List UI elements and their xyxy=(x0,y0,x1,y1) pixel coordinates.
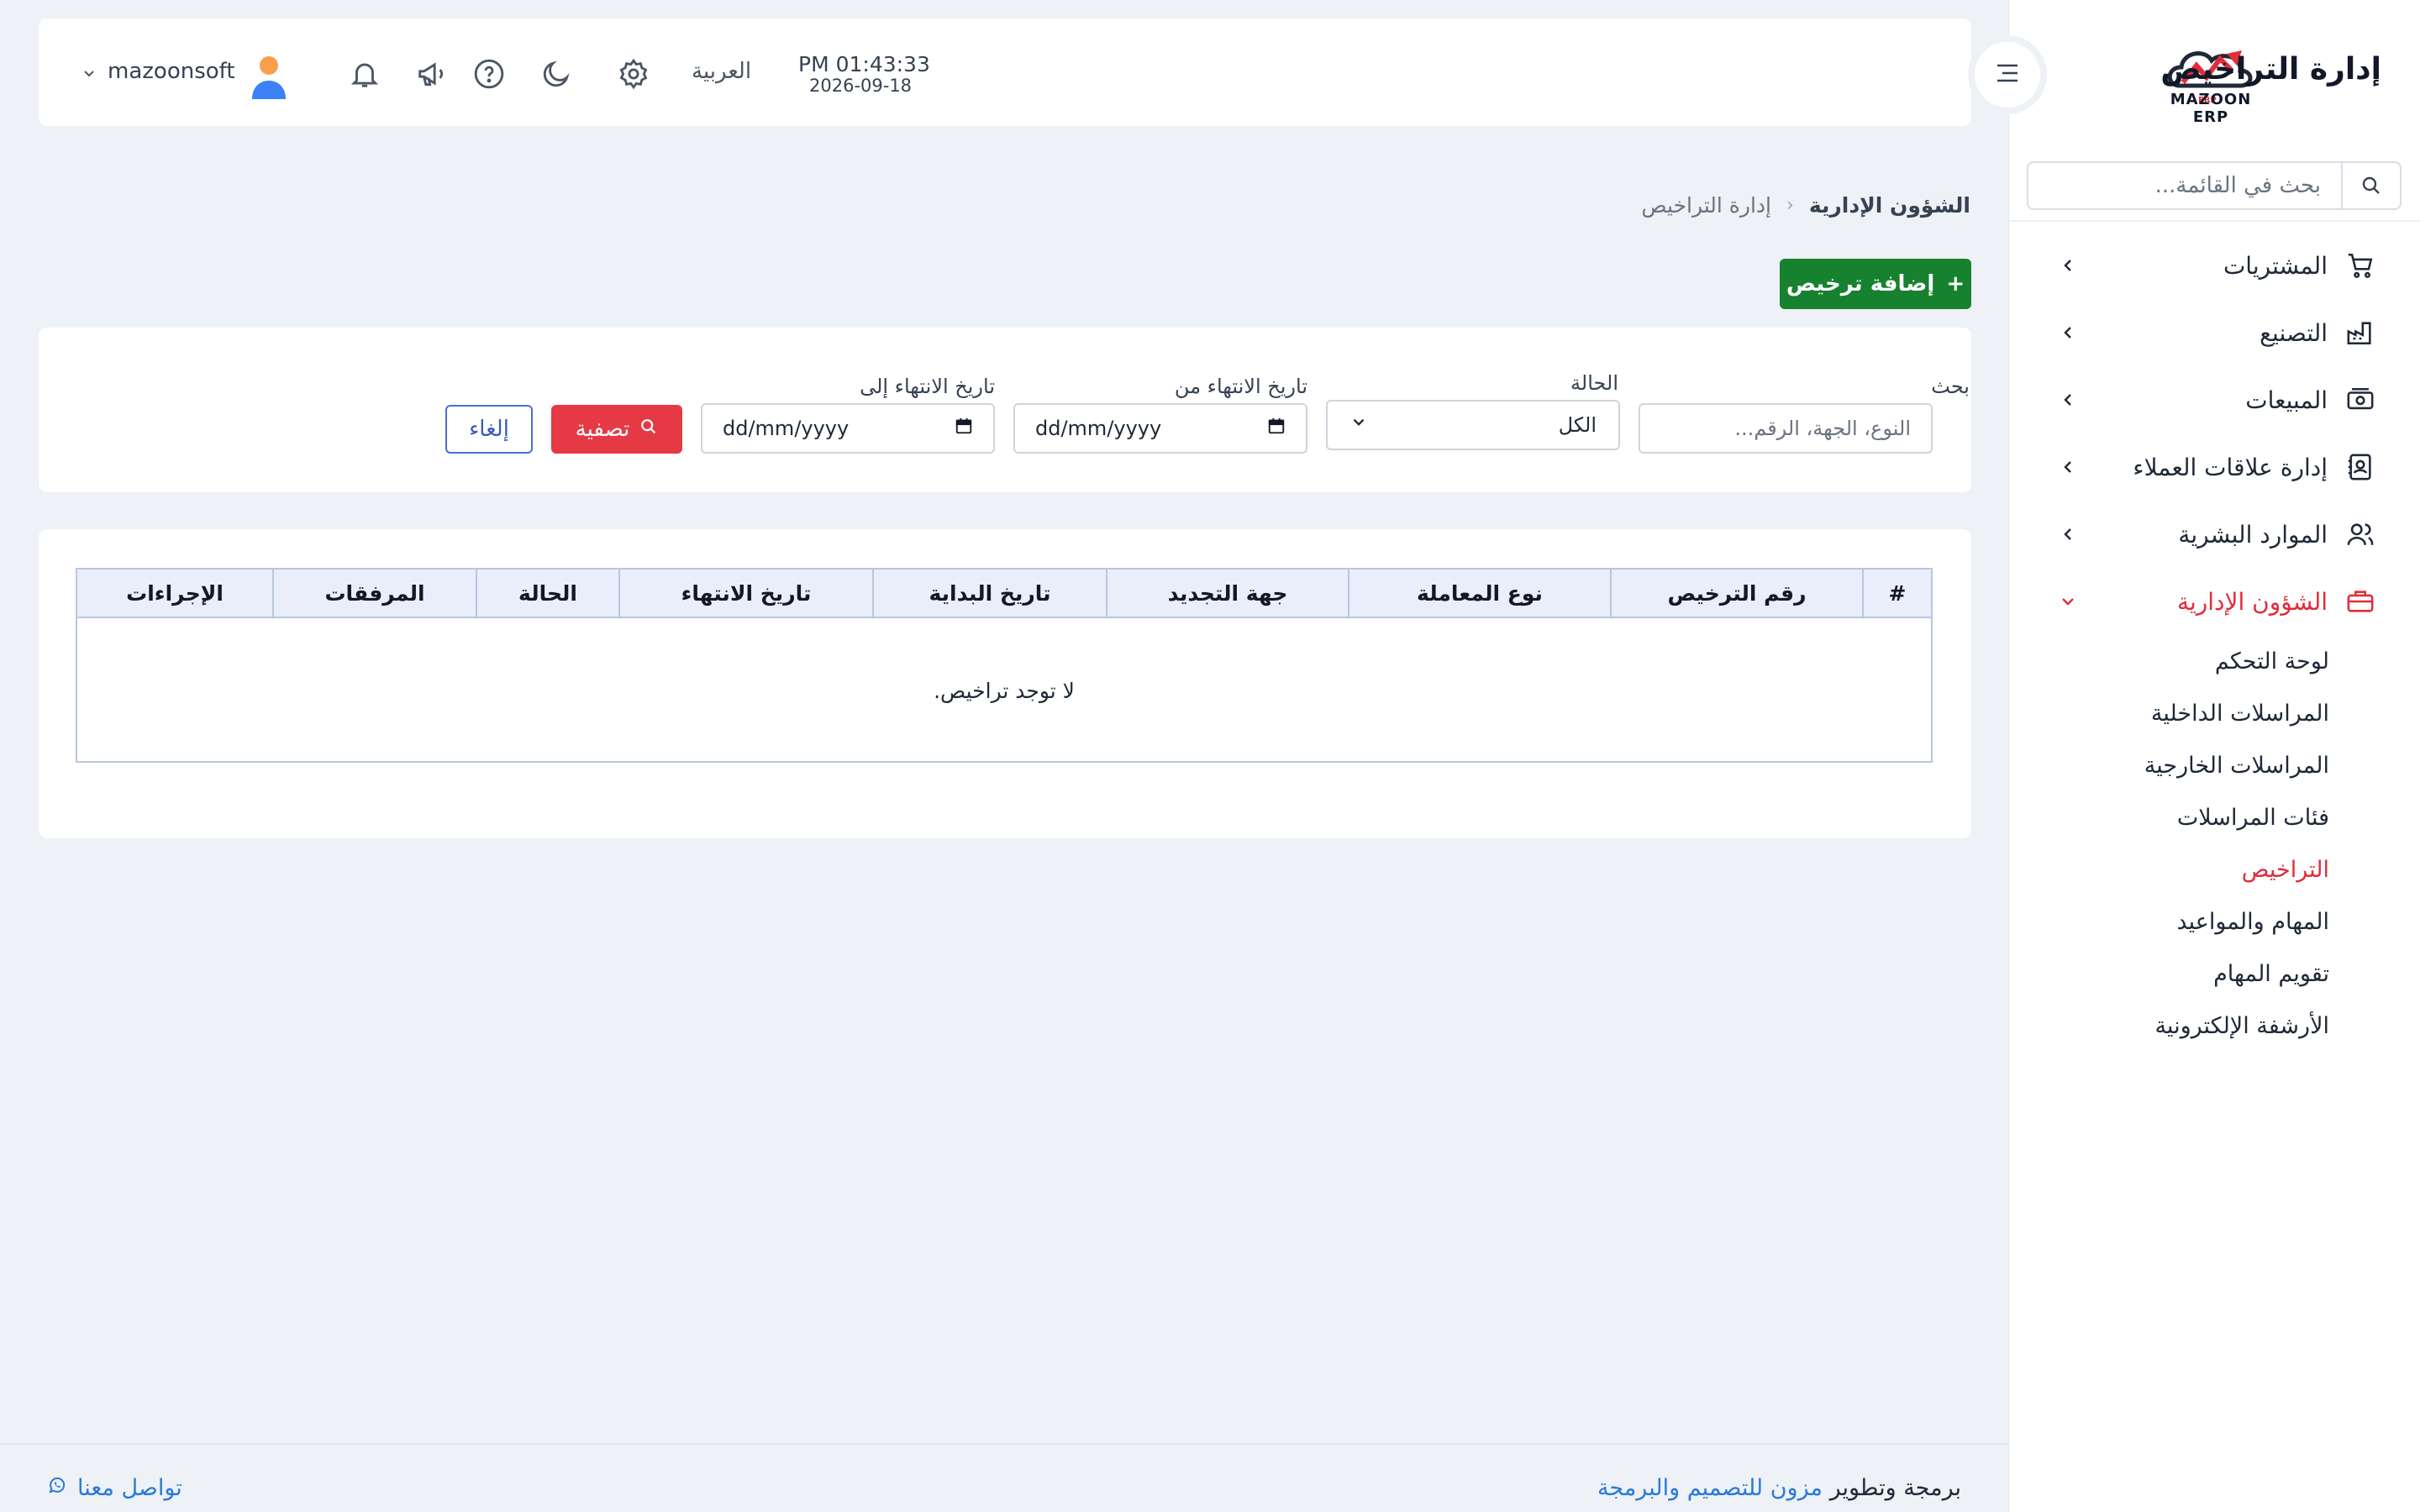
cash-register-icon xyxy=(2344,384,2376,416)
column-header-index[interactable]: # xyxy=(1862,570,1931,617)
sidebar-search xyxy=(2027,161,2402,210)
breadcrumb-separator: ‹ xyxy=(1786,195,1794,216)
sub-item-external-correspondence[interactable]: المراسلات الخارجية xyxy=(2008,739,2420,791)
licenses-table: # رقم الترخيص نوع المعاملة جهة التجديد ت… xyxy=(76,568,1933,763)
sidebar-item-label: التصنيع xyxy=(2260,318,2328,347)
address-book-icon xyxy=(2344,451,2376,483)
column-header-actions[interactable]: الإجراءات xyxy=(77,570,272,617)
sidebar-item-admin-affairs[interactable]: الشؤون الإدارية xyxy=(2008,568,2420,635)
status-select-value: الكل xyxy=(1558,413,1597,437)
column-header-end-date[interactable]: تاريخ الانتهاء xyxy=(618,570,872,617)
cancel-button[interactable]: إلغاء xyxy=(445,405,533,454)
contact-us-link[interactable]: تواصل معنا xyxy=(47,1475,182,1501)
sidebar-item-label: إدارة علاقات العملاء xyxy=(2133,453,2328,481)
settings-icon[interactable] xyxy=(615,55,652,92)
chevron-left-icon xyxy=(2055,522,2081,547)
factory-icon xyxy=(2344,317,2376,349)
sub-item-dashboard[interactable]: لوحة التحكم xyxy=(2008,635,2420,687)
column-header-attachments[interactable]: المرفقات xyxy=(272,570,476,617)
clock-time: PM 01:43:33 xyxy=(798,52,930,76)
sub-item-tasks-appointments[interactable]: المهام والمواعيد xyxy=(2008,895,2420,948)
sidebar-item-label: الشؤون الإدارية xyxy=(2176,587,2328,616)
footer-credit-prefix: برمجة وتطوير xyxy=(1829,1475,1961,1501)
cart-icon xyxy=(2344,249,2376,281)
logo-text: MAZOON ERP xyxy=(2170,91,2252,126)
language-switch[interactable]: العربية xyxy=(692,59,751,84)
status-select[interactable]: الكل xyxy=(1326,400,1620,450)
breadcrumb-current: إدارة التراخيص xyxy=(1641,193,1771,218)
help-icon[interactable] xyxy=(471,55,508,92)
chevron-down-icon xyxy=(2055,589,2081,614)
status-label: الحالة xyxy=(1570,371,1618,395)
sub-item-electronic-archive[interactable]: الأرشفة الإلكترونية xyxy=(2008,1000,2420,1052)
column-header-transaction-type[interactable]: نوع المعاملة xyxy=(1348,570,1610,617)
sidebar-item-hr[interactable]: الموارد البشرية xyxy=(2008,501,2420,568)
chevron-left-icon xyxy=(2055,253,2081,278)
calendar-icon[interactable] xyxy=(1267,417,1286,440)
search-label: بحث xyxy=(1931,375,1970,398)
empty-table-message: لا توجد تراخيص. xyxy=(934,679,1075,703)
whatsapp-icon xyxy=(47,1475,67,1501)
expiry-from-value: dd/mm/yyyy xyxy=(1035,417,1162,440)
breadcrumb-parent[interactable]: الشؤون الإدارية xyxy=(1809,193,1970,218)
expiry-to-date-input[interactable]: dd/mm/yyyy xyxy=(701,403,995,454)
clock-date: 2026-09-18 xyxy=(809,76,913,96)
sidebar-item-label: الموارد البشرية xyxy=(2178,520,2328,549)
moon-icon[interactable] xyxy=(538,55,575,92)
sidebar-item-label: المبيعات xyxy=(2245,386,2328,414)
calendar-icon[interactable] xyxy=(955,417,973,440)
expiry-from-label: تاريخ الانتهاء من xyxy=(1174,375,1307,398)
admin-affairs-submenu: لوحة التحكم المراسلات الداخلية المراسلات… xyxy=(2008,635,2420,1052)
sub-item-tasks-calendar[interactable]: تقويم المهام xyxy=(2008,948,2420,1000)
breadcrumb: الشؤون الإدارية ‹ إدارة التراخيص xyxy=(1641,193,1970,218)
contact-us-label: تواصل معنا xyxy=(77,1475,182,1501)
avatar[interactable] xyxy=(249,54,289,99)
sub-item-licenses[interactable]: التراخيص xyxy=(2008,843,2420,895)
sub-item-correspondence-categories[interactable]: فئات المراسلات xyxy=(2008,791,2420,843)
sidebar-item-label: المشتريات xyxy=(2223,251,2328,280)
hamburger-icon xyxy=(1994,62,2021,87)
expiry-to-label: تاريخ الانتهاء إلى xyxy=(860,375,995,398)
top-header xyxy=(39,18,1971,126)
footer-credit: برمجة وتطوير مزون للتصميم والبرمجة xyxy=(1597,1475,1961,1501)
expiry-from-date-input[interactable]: dd/mm/yyyy xyxy=(1013,403,1307,454)
table-header: # رقم الترخيص نوع المعاملة جهة التجديد ت… xyxy=(77,570,1931,618)
search-icon xyxy=(639,417,658,442)
footer-credit-link[interactable]: مزون للتصميم والبرمجة xyxy=(1597,1475,1823,1501)
filter-button[interactable]: تصفية xyxy=(551,405,682,454)
filter-button-label: تصفية xyxy=(575,417,630,442)
search-icon[interactable] xyxy=(2341,163,2400,208)
users-icon xyxy=(2344,518,2376,550)
chevron-down-icon xyxy=(1349,413,1368,437)
plus-icon: + xyxy=(1946,271,1965,297)
username[interactable]: mazoonsoft xyxy=(108,59,235,84)
footer-divider xyxy=(0,1443,2008,1445)
briefcase-icon xyxy=(2344,585,2376,617)
chevron-left-icon xyxy=(2055,454,2081,480)
sub-item-internal-correspondence[interactable]: المراسلات الداخلية xyxy=(2008,687,2420,739)
column-header-renewal-authority[interactable]: جهة التجديد xyxy=(1106,570,1348,617)
chevron-down-icon[interactable] xyxy=(81,66,97,82)
page-title: إدارة التراخيص xyxy=(2160,52,2381,87)
bell-icon[interactable] xyxy=(346,55,383,92)
add-license-button[interactable]: + إضافة ترخيص xyxy=(1780,259,1971,309)
megaphone-icon[interactable] xyxy=(413,55,450,92)
sidebar-item-manufacturing[interactable]: التصنيع xyxy=(2008,299,2420,366)
column-header-start-date[interactable]: تاريخ البداية xyxy=(872,570,1106,617)
sidebar-item-purchases[interactable]: المشتريات xyxy=(2008,232,2420,299)
expiry-to-value: dd/mm/yyyy xyxy=(723,417,850,440)
sidebar-item-sales[interactable]: المبيعات xyxy=(2008,366,2420,433)
sidebar-item-crm[interactable]: إدارة علاقات العملاء xyxy=(2008,433,2420,501)
search-input[interactable]: النوع، الجهة، الرقم... xyxy=(1639,403,1933,454)
chevron-left-icon xyxy=(2055,387,2081,412)
menu-toggle-button[interactable] xyxy=(1968,35,2047,114)
chevron-left-icon xyxy=(2055,320,2081,345)
column-header-status[interactable]: الحالة xyxy=(476,570,618,617)
column-header-license-number[interactable]: رقم الترخيص xyxy=(1610,570,1862,617)
sidebar: ERP MAZOON ERP المشتريات التصنيع xyxy=(2008,0,2420,1512)
sidebar-search-input[interactable] xyxy=(2028,163,2341,208)
sidebar-menu: المشتريات التصنيع المبيعات إدارة علاقات … xyxy=(2008,232,2420,635)
sidebar-divider xyxy=(2008,220,2420,222)
add-license-label: إضافة ترخيص xyxy=(1786,271,1935,297)
